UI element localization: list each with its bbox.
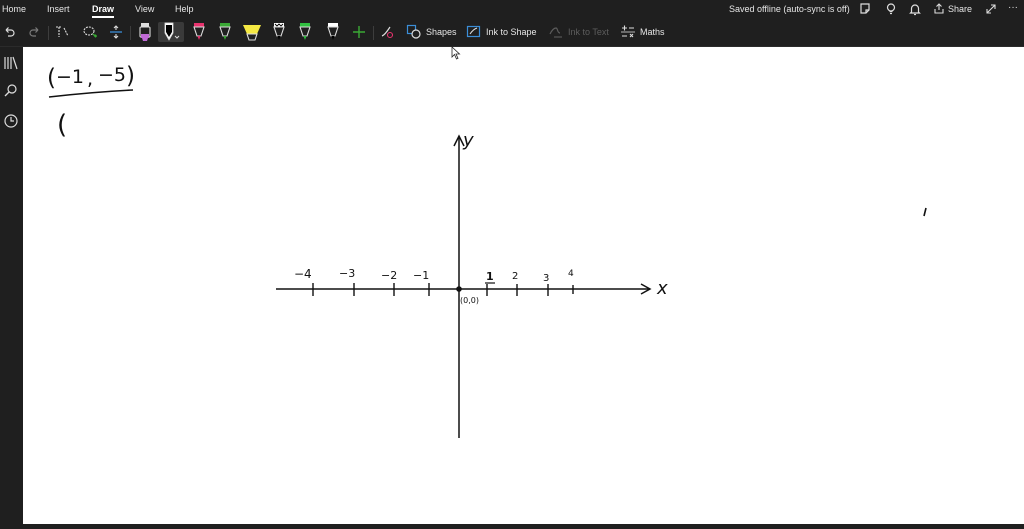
type-select-icon[interactable] — [54, 22, 70, 42]
black-pen-selected[interactable] — [158, 22, 184, 42]
share-icon — [934, 3, 944, 14]
search-icon[interactable] — [3, 83, 19, 99]
share-label: Share — [948, 4, 973, 14]
lightbulb-icon[interactable] — [884, 2, 898, 16]
handwritten-paren: ( — [57, 110, 67, 140]
toolbar-separator — [373, 26, 374, 40]
tick-label-neg-2: −2 — [381, 269, 397, 282]
galaxy-pen-icon[interactable] — [271, 22, 287, 42]
handwritten-point-x: −1 — [56, 66, 84, 88]
maths-label: Maths — [640, 27, 665, 37]
tick-label-neg-3: −3 — [339, 267, 355, 280]
lasso-select-icon[interactable] — [82, 22, 98, 42]
tick-label-pos-2: 2 — [512, 271, 518, 282]
handwritten-comma: , — [87, 68, 93, 90]
ink-to-text-button: Ink to Text — [548, 22, 609, 42]
tick-label-pos-1: 1 — [486, 270, 494, 283]
redo-icon[interactable] — [28, 22, 42, 42]
bell-icon[interactable] — [908, 2, 922, 16]
ink-drawing: ( −1 , −5 ) ( y x (0,0) −4 −3 −2 −1 1 2 … — [47, 63, 927, 438]
menu-insert[interactable]: Insert — [47, 4, 70, 16]
pink-pen-icon[interactable] — [191, 22, 207, 42]
origin-label: (0,0) — [460, 296, 479, 305]
shapes-icon — [406, 24, 421, 39]
ink-to-text-icon — [549, 27, 562, 38]
underline-stroke — [48, 89, 134, 98]
green-pen-2-icon[interactable] — [297, 22, 313, 42]
black-pen-icon — [164, 22, 180, 41]
menu-view[interactable]: View — [135, 4, 154, 16]
tick-label-neg-1: −1 — [413, 269, 429, 282]
maths-icon — [621, 25, 635, 38]
black-pen-2-icon[interactable] — [325, 22, 341, 42]
green-pen-icon[interactable] — [217, 22, 233, 42]
ink-to-shape-icon — [466, 25, 481, 38]
y-axis-label: y — [462, 130, 474, 151]
ink-replay-icon[interactable] — [379, 22, 395, 42]
recent-icon[interactable] — [3, 113, 19, 129]
handwritten-point-y: −5 — [98, 64, 126, 86]
add-pen-icon[interactable] — [352, 22, 366, 42]
undo-icon[interactable] — [2, 22, 16, 42]
menu-home[interactable]: Home — [2, 4, 26, 16]
notebooks-icon[interactable] — [3, 55, 19, 71]
menu-draw[interactable]: Draw — [92, 4, 114, 16]
handwritten-close-paren: ) — [126, 63, 135, 89]
x-axis-label: x — [656, 278, 668, 299]
yellow-highlighter-icon[interactable] — [242, 22, 262, 42]
menu-bar: Home Insert Draw View Help Saved offline… — [0, 0, 1024, 18]
shapes-button[interactable]: Shapes — [406, 22, 457, 42]
sticky-note-icon[interactable] — [858, 2, 872, 16]
origin-dot — [456, 286, 462, 292]
ink-to-shape-button[interactable]: Ink to Shape — [466, 22, 537, 42]
tick-label-pos-4: 4 — [568, 269, 574, 279]
purple-highlighter-icon[interactable] — [137, 22, 153, 42]
add-space-icon[interactable] — [108, 22, 124, 42]
sync-status: Saved offline (auto-sync is off) — [729, 4, 850, 14]
tick-label-neg-4: −4 — [294, 267, 312, 281]
share-button[interactable]: Share — [933, 2, 972, 16]
stray-ink-mark — [923, 207, 927, 217]
ink-to-shape-label: Ink to Shape — [486, 27, 537, 37]
toolbar-separator — [48, 26, 49, 40]
maths-button[interactable]: Maths — [620, 22, 665, 42]
expand-icon[interactable] — [984, 2, 998, 16]
tick-label-pos-3: 3 — [543, 273, 549, 284]
left-sidebar — [0, 47, 22, 524]
toolbar-separator — [130, 26, 131, 40]
ink-to-text-label: Ink to Text — [568, 27, 609, 37]
draw-toolbar: Shapes Ink to Shape Ink to Text Maths — [0, 18, 1024, 47]
note-canvas[interactable]: ( −1 , −5 ) ( y x (0,0) −4 −3 −2 −1 1 2 … — [23, 47, 1024, 524]
more-options-icon[interactable]: ··· — [1008, 2, 1022, 16]
shapes-label: Shapes — [426, 27, 457, 37]
mouse-cursor-icon — [451, 46, 461, 60]
menu-help[interactable]: Help — [175, 4, 194, 16]
handwritten-open-paren: ( — [47, 65, 56, 91]
